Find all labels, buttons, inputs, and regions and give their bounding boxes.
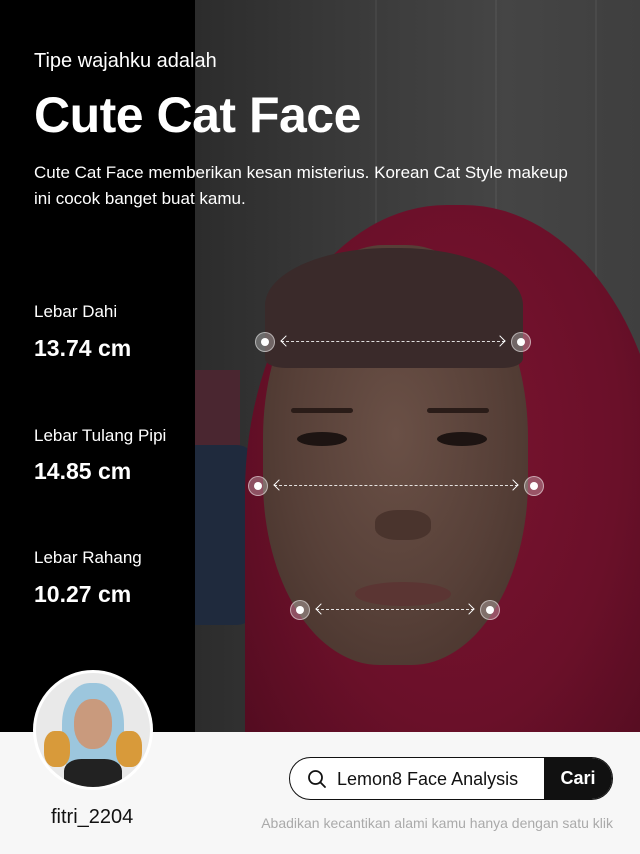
cheekbone-right-marker — [524, 476, 544, 496]
left-eyebrow — [291, 408, 353, 413]
intro-text: Tipe wajahku adalah — [34, 50, 217, 72]
face-type-title: Cute Cat Face — [34, 87, 361, 143]
jaw-measure-line — [290, 600, 500, 620]
arrow-left-icon — [280, 335, 292, 347]
forehead-right-marker — [511, 332, 531, 352]
metric-label-jaw: Lebar Rahang — [34, 548, 142, 567]
dashed-line — [316, 609, 474, 610]
dashed-line — [274, 485, 518, 486]
right-eyebrow — [427, 408, 489, 413]
avatar-hand — [44, 731, 70, 767]
jaw-right-marker — [480, 600, 500, 620]
search-button[interactable]: Cari — [544, 758, 612, 799]
arrow-left-icon — [315, 603, 327, 615]
avatar-hand — [116, 731, 142, 767]
metric-label-forehead: Lebar Dahi — [34, 302, 118, 321]
dashed-line — [281, 341, 505, 342]
search-query-text[interactable]: Lemon8 Face Analysis — [337, 769, 518, 790]
footer-tagline: Abadikan kecantikan alami kamu hanya den… — [261, 815, 613, 831]
face-type-description: Cute Cat Face memberikan kesan misterius… — [34, 163, 568, 208]
search-bar[interactable]: Lemon8 Face Analysis Cari — [289, 757, 613, 800]
arrow-right-icon — [494, 335, 506, 347]
metric-label-cheekbone: Lebar Tulang Pipi — [34, 426, 167, 445]
metric-value-jaw: 10.27 cm — [34, 581, 132, 607]
avatar-body — [64, 759, 122, 787]
cheekbone-measure-line — [248, 476, 544, 496]
avatar-face — [74, 699, 112, 749]
cheekbone-left-marker — [248, 476, 268, 496]
forehead-measure-line — [255, 332, 531, 352]
avatar[interactable] — [33, 670, 153, 790]
nose — [375, 510, 431, 540]
right-eye — [437, 432, 487, 446]
arrow-right-icon — [507, 479, 519, 491]
search-icon — [307, 769, 327, 789]
metric-value-forehead: 13.74 cm — [34, 335, 132, 361]
jaw-left-marker — [290, 600, 310, 620]
arrow-right-icon — [463, 603, 475, 615]
left-eye — [297, 432, 347, 446]
metric-value-cheekbone: 14.85 cm — [34, 458, 132, 484]
username[interactable]: fitri_2204 — [51, 806, 133, 829]
forehead-left-marker — [255, 332, 275, 352]
arrow-left-icon — [273, 479, 285, 491]
background-object — [195, 370, 240, 450]
